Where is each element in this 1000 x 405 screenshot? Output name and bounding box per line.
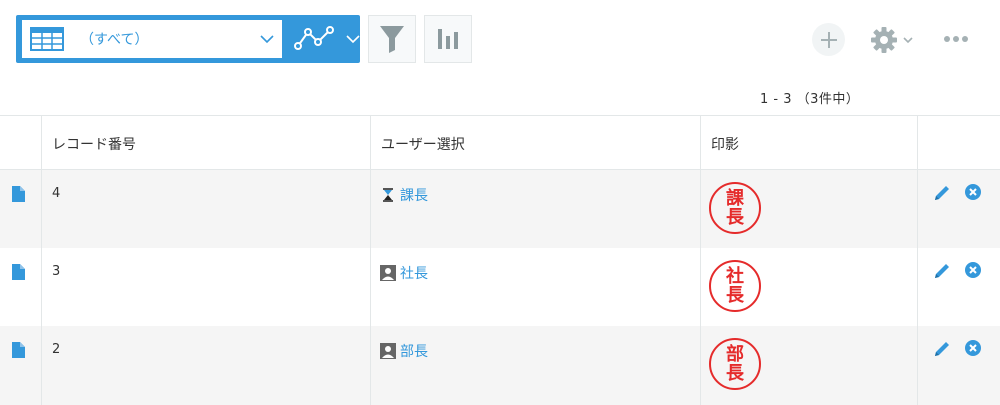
chevron-down-icon <box>346 35 360 44</box>
pencil-icon[interactable] <box>932 339 952 359</box>
actions-cell <box>918 326 1000 405</box>
document-icon[interactable] <box>12 186 25 202</box>
delete-icon[interactable] <box>965 262 981 278</box>
row-detail-cell <box>0 248 42 326</box>
seal-char-bottom: 長 <box>726 207 744 228</box>
actions-cell <box>918 170 1000 248</box>
person-icon <box>380 343 396 359</box>
pagination-info: 1 - 3 （3件中） <box>760 92 860 107</box>
record-number-cell: 2 <box>42 326 371 405</box>
user-cell: 課長 <box>371 170 701 248</box>
record-number: 4 <box>52 186 61 201</box>
chevron-down-icon <box>252 34 282 44</box>
seal-cell: 部 長 <box>701 326 918 405</box>
header-label: ユーザー選択 <box>381 137 465 153</box>
record-list-table: レコード番号 ユーザー選択 印影 4 課長 課 長 3 社長 社 長 2 部長 … <box>0 115 1000 405</box>
user-name: 課長 <box>400 188 428 204</box>
seal-cell: 課 長 <box>701 170 918 248</box>
view-select-group: （すべて） <box>16 15 360 63</box>
header-label: 印影 <box>711 137 739 153</box>
user-name: 社長 <box>400 266 428 282</box>
header-cell-actions <box>918 116 1000 169</box>
header-label: レコード番号 <box>52 137 136 153</box>
row-detail-cell <box>0 170 42 248</box>
user-link[interactable]: 課長 <box>380 185 428 205</box>
seal-char-top: 社 <box>726 266 744 287</box>
filter-icon <box>380 26 404 53</box>
graph-button[interactable] <box>424 15 472 63</box>
seal-cell: 社 長 <box>701 248 918 326</box>
view-select-dropdown[interactable]: （すべて） <box>22 20 282 58</box>
table-row: 3 社長 社 長 <box>0 248 1000 326</box>
table-view-icon <box>30 27 64 51</box>
user-cell: 部長 <box>371 326 701 405</box>
record-number-cell: 3 <box>42 248 371 326</box>
header-cell-icon <box>0 116 42 169</box>
table-row: 4 課長 課 長 <box>0 170 1000 248</box>
seal-stamp: 課 長 <box>709 182 761 234</box>
hourglass-icon <box>383 188 393 202</box>
record-number: 3 <box>52 264 61 279</box>
add-record-button[interactable] <box>812 23 845 56</box>
toolbar: （すべて） <box>0 0 1000 80</box>
header-cell-user-select[interactable]: ユーザー選択 <box>371 116 701 169</box>
row-detail-cell <box>0 326 42 405</box>
table-header-row: レコード番号 ユーザー選択 印影 <box>0 116 1000 170</box>
pencil-icon[interactable] <box>932 183 952 203</box>
delete-icon[interactable] <box>965 340 981 356</box>
seal-stamp: 社 長 <box>709 260 761 312</box>
header-cell-record-number[interactable]: レコード番号 <box>42 116 371 169</box>
app-settings-button[interactable] <box>870 25 916 55</box>
filter-button[interactable] <box>368 15 416 63</box>
table-row: 2 部長 部 長 <box>0 326 1000 405</box>
document-icon[interactable] <box>12 264 25 280</box>
seal-char-top: 課 <box>726 188 744 209</box>
actions-cell <box>918 248 1000 326</box>
graph-menu-button[interactable] <box>284 15 360 63</box>
more-options-button[interactable] <box>940 28 972 50</box>
seal-char-top: 部 <box>726 344 744 365</box>
view-select-label: （すべて） <box>80 32 149 48</box>
user-name: 部長 <box>400 344 428 360</box>
more-dots-icon <box>944 36 968 42</box>
header-cell-seal[interactable]: 印影 <box>701 116 918 169</box>
seal-stamp: 部 長 <box>709 338 761 390</box>
chevron-down-icon <box>903 37 913 44</box>
line-graph-icon <box>294 26 334 50</box>
seal-char-bottom: 長 <box>726 285 744 306</box>
record-number-cell: 4 <box>42 170 371 248</box>
plus-icon <box>820 31 837 48</box>
gear-icon <box>871 27 897 53</box>
user-link[interactable]: 社長 <box>380 263 428 283</box>
bar-chart-icon <box>438 29 458 49</box>
user-link[interactable]: 部長 <box>380 341 428 361</box>
user-cell: 社長 <box>371 248 701 326</box>
seal-char-bottom: 長 <box>726 363 744 384</box>
delete-icon[interactable] <box>965 184 981 200</box>
document-icon[interactable] <box>12 342 25 358</box>
pencil-icon[interactable] <box>932 261 952 281</box>
person-icon <box>380 265 396 281</box>
record-number: 2 <box>52 342 61 357</box>
